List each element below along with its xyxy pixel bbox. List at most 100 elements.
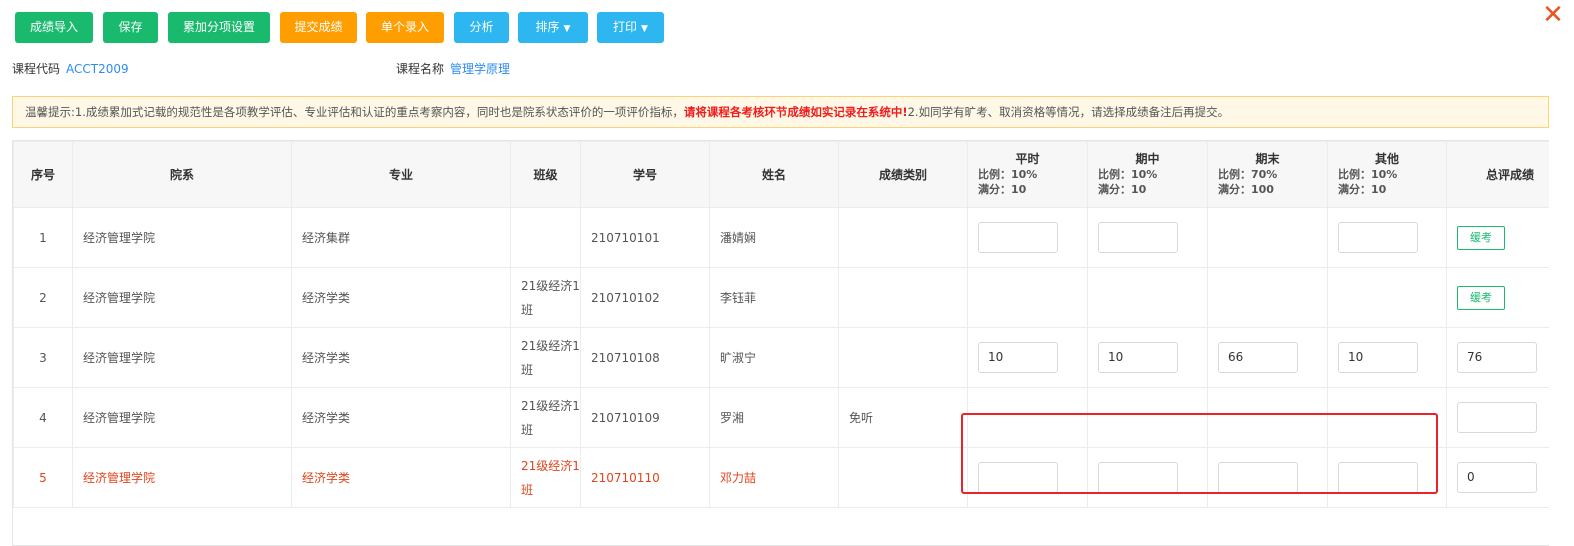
cell-student-id: 210710102	[580, 267, 710, 328]
score-input-midterm[interactable]	[1098, 222, 1178, 253]
cell-grade-type: 免听	[838, 387, 968, 448]
col-final: 期末 比例：70% 满分：100	[1207, 141, 1328, 208]
col-final-full: 满分：100	[1218, 183, 1274, 196]
cell-regular	[967, 387, 1088, 448]
cell-total: 0	[1446, 447, 1549, 508]
score-input-final[interactable]	[1218, 462, 1298, 493]
save-button[interactable]: 保存	[103, 12, 158, 43]
course-name-label: 课程名称	[396, 62, 445, 76]
score-input-regular[interactable]	[978, 222, 1058, 253]
col-dept: 院系	[72, 141, 292, 208]
cell-dept: 经济管理学院	[72, 207, 292, 268]
table-header: 序号 院系 专业 班级 学号 姓名 成绩类别 平时 比例：10% 满分：10 期…	[13, 141, 1549, 208]
cell-final	[1207, 447, 1328, 508]
col-final-title: 期末	[1255, 152, 1280, 166]
cell-class	[510, 207, 581, 268]
col-other-full: 满分：10	[1338, 183, 1387, 196]
score-input-final[interactable]: 66	[1218, 342, 1298, 373]
cell-dept: 经济管理学院	[72, 387, 292, 448]
notice-text: 温馨提示:1.成绩累加式记载的规范性是各项教学评估、专业评估和认证的重点考察内容…	[25, 105, 684, 119]
total-score-input[interactable]	[1457, 402, 1537, 433]
cell-total: 缓考	[1446, 207, 1549, 268]
cell-other	[1327, 267, 1447, 328]
cell-total	[1446, 387, 1549, 448]
cell-grade-type	[838, 207, 968, 268]
notice-warning: 请将课程各考核环节成绩如实记录在系统中!	[683, 105, 908, 119]
cell-name: 邓力喆	[709, 447, 839, 508]
table-row: 4 经济管理学院 经济学类 21级经济1班 210710109 罗湘 免听	[13, 387, 1549, 448]
sort-label: 排序	[535, 20, 560, 34]
col-student-id: 学号	[580, 141, 710, 208]
print-dropdown-button[interactable]: 打印 ▼	[597, 12, 664, 43]
cell-midterm: 10	[1087, 327, 1208, 388]
table-row: 2 经济管理学院 经济学类 21级经济1班 210710102 李钰菲 缓考	[13, 267, 1549, 328]
cell-other	[1327, 387, 1447, 448]
cell-final	[1207, 207, 1328, 268]
table-row: 1 经济管理学院 经济集群 210710101 潘婧娴 缓考	[13, 207, 1549, 268]
course-code: 课程代码 ACCT2009	[12, 60, 129, 77]
col-total: 总评成绩	[1446, 141, 1549, 208]
cell-index: 5	[13, 447, 73, 508]
sort-dropdown-button[interactable]: 排序 ▼	[518, 12, 588, 43]
score-input-other[interactable]	[1338, 462, 1418, 493]
cell-name: 潘婧娴	[709, 207, 839, 268]
course-code-value: ACCT2009	[66, 62, 129, 76]
cell-grade-type	[838, 447, 968, 508]
total-score-input[interactable]: 76	[1457, 342, 1537, 373]
col-regular-title: 平时	[1015, 152, 1040, 166]
cell-grade-type	[838, 267, 968, 328]
score-input-regular[interactable]	[978, 462, 1058, 493]
score-input-regular[interactable]: 10	[978, 342, 1058, 373]
cell-regular: 10	[967, 327, 1088, 388]
cell-class: 21级经济1班	[510, 327, 581, 388]
cell-midterm	[1087, 447, 1208, 508]
cell-index: 2	[13, 267, 73, 328]
cell-major: 经济学类	[291, 447, 511, 508]
col-other: 其他 比例：10% 满分：10	[1327, 141, 1447, 208]
cell-index: 3	[13, 327, 73, 388]
submit-grades-button[interactable]: 提交成绩	[280, 12, 357, 43]
col-other-title: 其他	[1374, 152, 1399, 166]
score-input-midterm[interactable]	[1098, 462, 1178, 493]
cell-midterm	[1087, 387, 1208, 448]
cell-name: 罗湘	[709, 387, 839, 448]
cell-major: 经济学类	[291, 387, 511, 448]
total-score-input[interactable]: 0	[1457, 462, 1537, 493]
cell-name: 旷淑宁	[709, 327, 839, 388]
cell-dept: 经济管理学院	[72, 447, 292, 508]
import-grades-button[interactable]: 成绩导入	[15, 12, 93, 43]
single-entry-button[interactable]: 单个录入	[366, 12, 444, 43]
cell-final: 66	[1207, 327, 1328, 388]
score-input-midterm[interactable]: 10	[1098, 342, 1178, 373]
cell-dept: 经济管理学院	[72, 267, 292, 328]
analyze-button[interactable]: 分析	[454, 12, 509, 43]
col-regular: 平时 比例：10% 满分：10	[967, 141, 1088, 208]
deferred-exam-tag[interactable]: 缓考	[1457, 285, 1505, 310]
score-input-other[interactable]	[1338, 222, 1418, 253]
table-row-highlighted: 5 经济管理学院 经济学类 21级经济1班 210710110 邓力喆 0	[13, 447, 1549, 508]
cumulative-settings-button[interactable]: 累加分项设置	[168, 12, 270, 43]
col-other-ratio: 比例：10%	[1338, 168, 1398, 181]
cell-total: 缓考	[1446, 267, 1549, 328]
col-major: 专业	[291, 141, 511, 208]
deferred-exam-tag[interactable]: 缓考	[1457, 225, 1505, 250]
cell-midterm	[1087, 267, 1208, 328]
col-midterm-full: 满分：10	[1098, 183, 1147, 196]
course-code-label: 课程代码	[12, 62, 61, 76]
cell-dept: 经济管理学院	[72, 327, 292, 388]
cell-class: 21级经济1班	[510, 387, 581, 448]
close-icon[interactable]: ✕	[1540, 2, 1566, 28]
col-grade-type: 成绩类别	[838, 141, 968, 208]
cell-student-id: 210710110	[580, 447, 710, 508]
cell-student-id: 210710109	[580, 387, 710, 448]
cell-midterm	[1087, 207, 1208, 268]
col-midterm-ratio: 比例：10%	[1098, 168, 1158, 181]
cell-regular	[967, 207, 1088, 268]
score-input-other[interactable]: 10	[1338, 342, 1418, 373]
cell-grade-type	[838, 327, 968, 388]
chevron-down-icon: ▼	[641, 24, 648, 34]
col-regular-full: 满分：10	[978, 183, 1027, 196]
cell-student-id: 210710101	[580, 207, 710, 268]
course-name: 课程名称 管理学原理	[396, 60, 510, 77]
cell-name: 李钰菲	[709, 267, 839, 328]
